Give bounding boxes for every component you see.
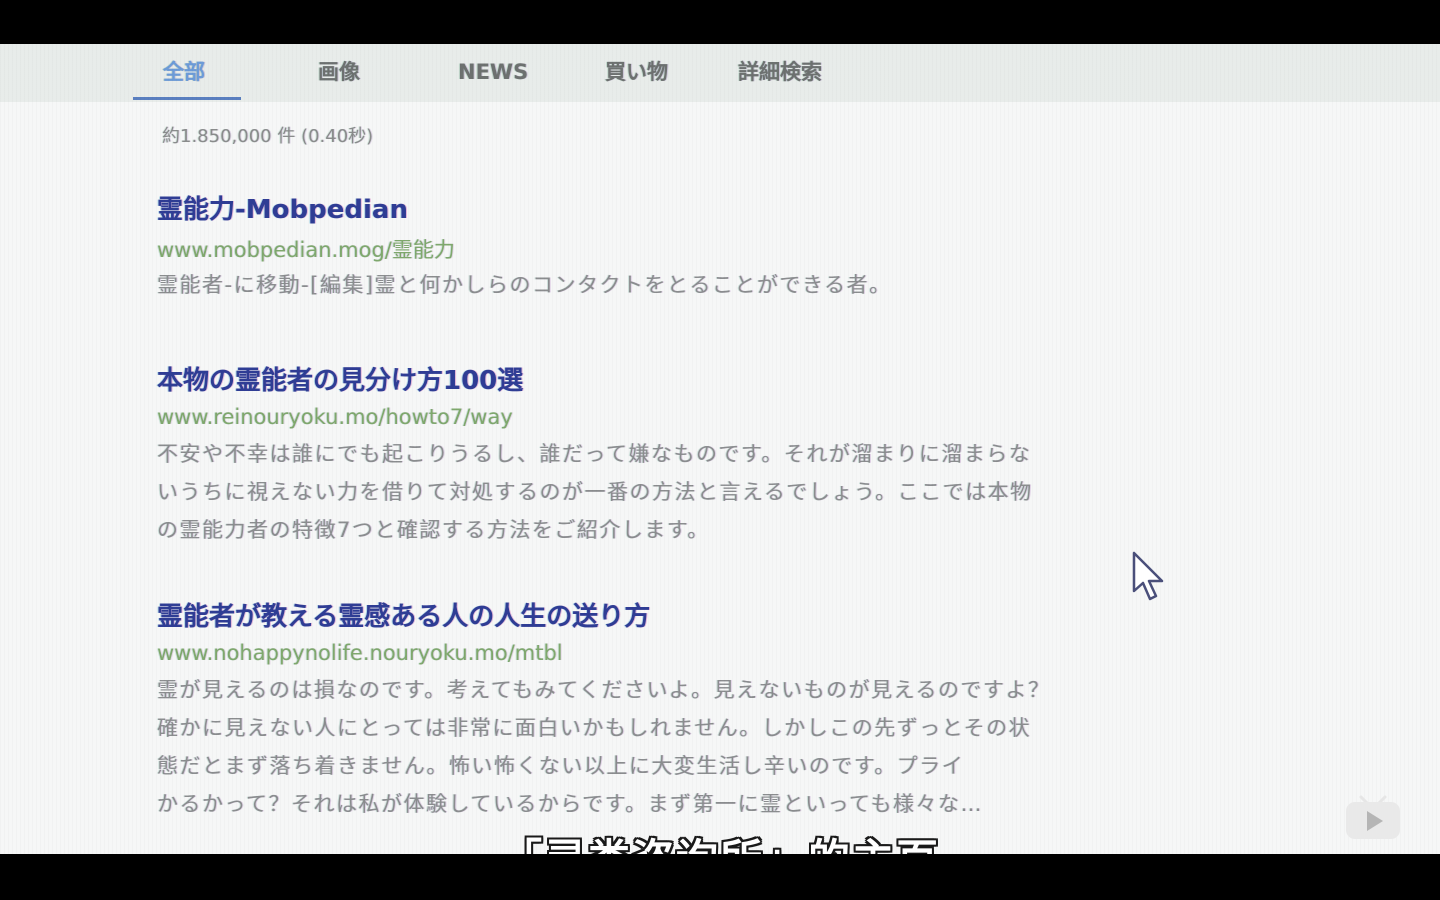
active-tab-indicator bbox=[133, 97, 241, 100]
result-url[interactable]: www.nohappynolife.nouryoku.mo/mtbl bbox=[157, 641, 1057, 665]
video-subtitle: 「灵类咨询所」的主页 bbox=[0, 826, 1440, 854]
result-url[interactable]: www.reinouryoku.mo/howto7/way bbox=[157, 405, 1057, 429]
result-snippet: 霊が見えるのは損なのです。考えてもみてくださいよ。見えないものが見えるのですよ？… bbox=[157, 678, 1302, 816]
play-button-icon[interactable] bbox=[1343, 789, 1403, 841]
result-title-link[interactable]: 霊能者が教える霊感ある人の人生の送り方 bbox=[157, 596, 1057, 633]
video-frame: 全部 画像 NEWS 買い物 詳細検索 約1.850,000 件 (0.40秒)… bbox=[0, 0, 1440, 900]
result-url[interactable]: www.mobpedian.mog/霊能力 bbox=[157, 234, 1057, 264]
tab-news[interactable]: NEWS bbox=[458, 50, 528, 94]
search-result: 霊能力-Mobpedian www.mobpedian.mog/霊能力 霊能者-… bbox=[157, 189, 1057, 302]
result-snippet: 不安や不幸は誰にでも起こりうるし、誰だって嫌なものです。それが溜まりに溜まらない… bbox=[157, 442, 1033, 542]
search-results-page: 全部 画像 NEWS 買い物 詳細検索 約1.850,000 件 (0.40秒)… bbox=[0, 44, 1440, 854]
result-title-link[interactable]: 本物の霊能者の見分け方100選 bbox=[157, 360, 1057, 397]
mouse-pointer-icon bbox=[1132, 551, 1164, 601]
result-snippet: 霊能者-に移動-[編集]霊と何かしらのコンタクトをとることができる者。 bbox=[157, 273, 892, 297]
result-count: 約1.850,000 件 (0.40秒) bbox=[162, 126, 374, 147]
tab-advanced-search[interactable]: 詳細検索 bbox=[738, 50, 822, 94]
search-tab-bar: 全部 画像 NEWS 買い物 詳細検索 bbox=[0, 44, 1440, 102]
result-title-link[interactable]: 霊能力-Mobpedian bbox=[157, 189, 1057, 226]
tab-shopping[interactable]: 買い物 bbox=[605, 50, 668, 94]
search-result: 本物の霊能者の見分け方100選 www.reinouryoku.mo/howto… bbox=[157, 360, 1057, 549]
search-result: 霊能者が教える霊感ある人の人生の送り方 www.nohappynolife.no… bbox=[157, 596, 1302, 823]
tab-all[interactable]: 全部 bbox=[163, 50, 205, 94]
tab-images[interactable]: 画像 bbox=[318, 50, 360, 94]
